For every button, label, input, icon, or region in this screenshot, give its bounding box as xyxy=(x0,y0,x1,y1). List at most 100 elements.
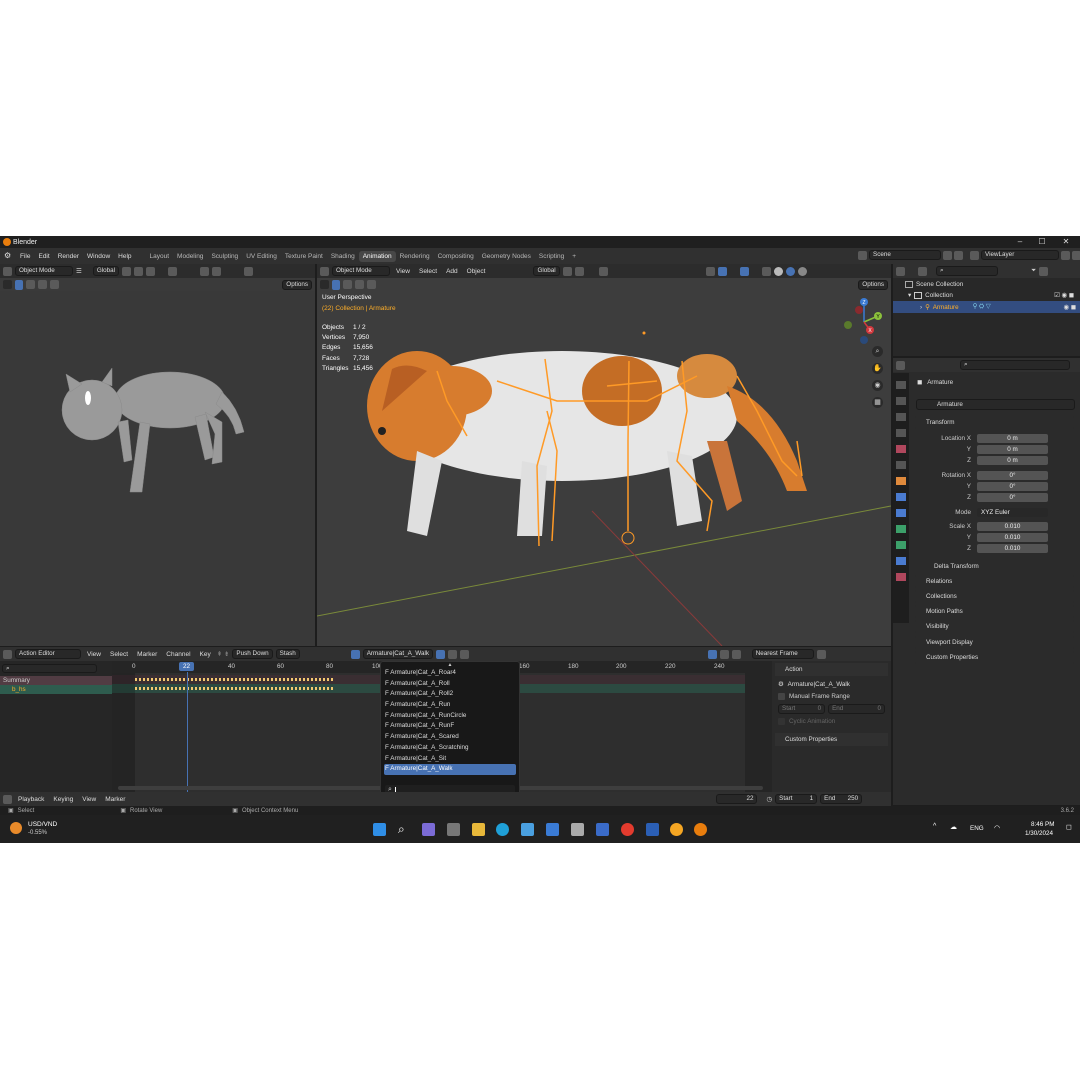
clock-date[interactable]: 1/30/2024 xyxy=(1025,830,1053,837)
play-icon[interactable] xyxy=(320,280,329,289)
location-y-field[interactable]: 0 m xyxy=(977,445,1048,454)
sidebar-custom-properties[interactable]: Custom Properties xyxy=(775,733,888,746)
left-orientation-dropdown[interactable]: Global xyxy=(92,266,120,276)
language-indicator[interactable]: ENG xyxy=(970,825,984,832)
close-button[interactable]: ✕ xyxy=(1054,236,1078,248)
add-menu[interactable]: Add xyxy=(443,268,461,275)
pan-hand-icon[interactable]: ✋ xyxy=(872,363,883,374)
task-view-icon[interactable] xyxy=(447,823,460,836)
outliner-armature[interactable]: › ⚲ Armature ⚲ ⛭ ▽ ◉ ◼ xyxy=(893,301,1080,313)
relations-panel[interactable]: Relations xyxy=(915,575,1074,588)
expand-arrow-icon[interactable]: ▾ xyxy=(908,292,911,299)
proportional-icon[interactable] xyxy=(146,266,156,276)
falloff-icon[interactable] xyxy=(168,266,178,276)
layer-arrow-icons[interactable]: ⇞ ⇟ xyxy=(217,650,230,658)
main-mode-dropdown[interactable]: Object Mode xyxy=(332,266,390,276)
menu-lines-icon[interactable]: ☰ xyxy=(76,267,82,275)
search-icon[interactable]: ⌕ xyxy=(398,823,411,836)
tab-layout[interactable]: Layout xyxy=(146,251,174,262)
stock-widget-icon[interactable] xyxy=(10,822,22,834)
action-item[interactable]: F Armature|Cat_A_Roll2 xyxy=(381,689,519,700)
menu-render[interactable]: Render xyxy=(54,253,83,260)
timeline-view-menu[interactable]: View xyxy=(79,796,99,803)
maximize-button[interactable]: ☐ xyxy=(1030,236,1054,248)
close-icon[interactable] xyxy=(954,250,963,260)
world-tab-icon[interactable] xyxy=(896,461,906,469)
editor-mode-dropdown[interactable]: Action Editor xyxy=(15,649,81,659)
chrome-profile-icon[interactable] xyxy=(670,823,683,836)
scene-field[interactable]: Scene xyxy=(869,250,941,260)
editor-type-icon[interactable] xyxy=(896,360,905,370)
checkbox-icon[interactable] xyxy=(778,693,785,700)
zoom-icon[interactable]: ⌕ xyxy=(872,346,883,357)
visibility-icon[interactable] xyxy=(705,266,715,276)
navigation-gizmo[interactable]: Z Y X xyxy=(840,294,888,352)
location-x-field[interactable]: 0 m xyxy=(977,434,1048,443)
action-browse-icon[interactable] xyxy=(350,649,360,659)
add-workspace-button[interactable]: + xyxy=(568,251,580,262)
network-icon[interactable]: ◠ xyxy=(994,824,1000,832)
channel-search-input[interactable]: ⌕ xyxy=(2,664,97,673)
output-tab-icon[interactable] xyxy=(896,413,906,421)
pivot-icon[interactable] xyxy=(122,266,132,276)
scale-y-field[interactable]: 0.010 xyxy=(977,533,1048,542)
delta-transform-subpanel[interactable]: Delta Transform xyxy=(934,563,979,570)
tab-scripting[interactable]: Scripting xyxy=(535,251,568,262)
outliner-scene-collection[interactable]: Scene Collection xyxy=(905,281,963,288)
checkbox-icon[interactable] xyxy=(778,718,785,725)
collections-panel[interactable]: Collections xyxy=(915,590,1074,603)
bone-keyframes[interactable] xyxy=(135,687,335,690)
summary-channel[interactable]: Summary xyxy=(0,676,112,685)
windows-start-icon[interactable] xyxy=(373,823,386,836)
editor-type-icon[interactable] xyxy=(3,266,12,276)
proportional-icon[interactable] xyxy=(816,649,826,659)
cyclic-animation-checkbox[interactable]: Cyclic Animation xyxy=(778,718,885,725)
range-start-field[interactable]: Start 0 xyxy=(778,704,826,714)
visibility-icon[interactable] xyxy=(200,266,210,276)
location-z-field[interactable]: 0 m xyxy=(977,456,1048,465)
ae-select-menu[interactable]: Select xyxy=(107,651,131,658)
select-menu[interactable]: Select xyxy=(416,268,440,275)
view-layer-tab-icon[interactable] xyxy=(896,429,906,437)
action-name-field[interactable]: Armature|Cat_A_Walk xyxy=(362,649,433,659)
ae-channel-menu[interactable]: Channel xyxy=(163,651,193,658)
editor-type-icon[interactable] xyxy=(896,266,905,276)
tray-chevron-icon[interactable]: ^ xyxy=(933,823,936,830)
pivot-icon[interactable] xyxy=(562,266,572,276)
stock-ticker[interactable]: USD/VND xyxy=(28,821,57,828)
visibility-panel[interactable]: Visibility xyxy=(915,620,1074,633)
shading-solid-icon[interactable] xyxy=(773,266,783,276)
rotation-mode-dropdown[interactable]: XYZ Euler xyxy=(977,508,1048,517)
select-mode-icon[interactable] xyxy=(26,280,35,289)
tab-rendering[interactable]: Rendering xyxy=(396,251,434,262)
new-collection-icon[interactable] xyxy=(1039,266,1049,276)
copy-icon[interactable] xyxy=(1061,250,1070,260)
main-orientation-dropdown[interactable]: Global xyxy=(533,266,560,276)
playhead[interactable] xyxy=(187,672,188,794)
camera-icon[interactable]: ◉ xyxy=(872,380,883,391)
scale-z-field[interactable]: 0.010 xyxy=(977,544,1048,553)
custom-properties-panel[interactable]: Custom Properties xyxy=(915,651,1074,664)
play-icon[interactable] xyxy=(3,280,12,289)
widgets-icon[interactable] xyxy=(571,823,584,836)
left-viewport[interactable]: Object Mode ☰ Global Options xyxy=(0,264,315,646)
minimize-button[interactable]: – xyxy=(1008,236,1032,248)
filter-icon[interactable]: ⏷ xyxy=(1031,267,1036,275)
action-item[interactable]: F Armature|Cat_A_Scratching xyxy=(381,743,519,754)
close-icon[interactable] xyxy=(1072,250,1080,260)
shading-rendered-icon[interactable] xyxy=(797,266,807,276)
armature-data-tab-icon[interactable] xyxy=(896,525,906,533)
action-item[interactable]: F Armature|Cat_A_RunF xyxy=(381,721,519,732)
outliner-search-input[interactable]: ⌕ xyxy=(936,266,998,276)
range-end-field[interactable]: End 0 xyxy=(828,704,885,714)
left-options-button[interactable]: Options xyxy=(282,279,312,290)
editor-type-icon[interactable] xyxy=(320,266,329,276)
rotation-y-field[interactable]: 0° xyxy=(977,482,1048,491)
action-item[interactable]: F Armature|Cat_A_RunCircle xyxy=(381,711,519,722)
chrome-icon[interactable] xyxy=(621,823,634,836)
keying-menu[interactable]: Keying xyxy=(50,796,76,803)
summary-keyframes[interactable] xyxy=(135,678,335,681)
show-hidden-icon[interactable] xyxy=(719,649,729,659)
xray-icon[interactable] xyxy=(761,266,771,276)
action-item[interactable]: F Armature|Cat_A_Run xyxy=(381,700,519,711)
